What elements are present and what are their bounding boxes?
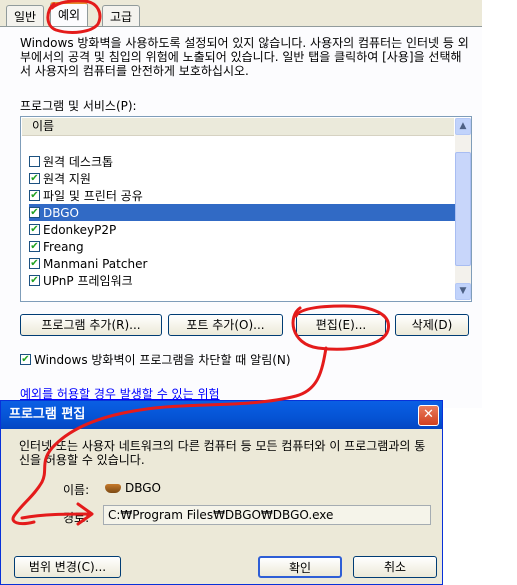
list-item-label: DBGO	[43, 205, 80, 220]
list-scrollbar[interactable]: ▲ ▼	[455, 118, 471, 300]
list-item-dbgo[interactable]: ✔ DBGO	[29, 204, 455, 221]
tab-advanced[interactable]: 고급	[102, 5, 141, 26]
dialog-description: 인터넷 또는 사용자 네트워크의 다른 컴퓨터 등 모든 컴퓨터와 이 프로그램…	[19, 439, 426, 467]
check-icon: ✔	[21, 354, 30, 365]
check-icon: ✔	[30, 190, 39, 201]
list-item-label: Manmani Patcher	[43, 256, 148, 271]
program-icon	[105, 483, 121, 493]
chevron-down-icon: ▼	[459, 286, 467, 296]
name-label: 이름:	[63, 483, 90, 497]
delete-button[interactable]: 삭제(D)	[395, 314, 469, 336]
checkbox-remote-assistance[interactable]: ✔	[29, 173, 40, 184]
change-scope-button[interactable]: 범위 변경(C)...	[14, 556, 121, 578]
scroll-down-button[interactable]: ▼	[455, 283, 471, 300]
chevron-up-icon: ▲	[459, 121, 467, 131]
add-program-button[interactable]: 프로그램 추가(R)...	[20, 314, 162, 336]
checkbox-freang[interactable]: ✔	[29, 241, 40, 252]
path-field[interactable]: C:₩Program Files₩DBGO₩DBGO.exe	[103, 505, 431, 525]
list-column-header-name[interactable]: 이름	[22, 118, 454, 136]
firewall-window: 일반 예외 고급 Windows 방화벽을 사용하도록 설정되어 있지 않습니다…	[0, 0, 482, 408]
scroll-thumb[interactable]	[455, 152, 471, 266]
notify-option[interactable]: ✔ Windows 방화벽이 프로그램을 차단할 때 알림(N)	[20, 351, 291, 368]
programs-list-label: 프로그램 및 서비스(P):	[20, 99, 137, 113]
add-port-button[interactable]: 포트 추가(O)...	[168, 314, 283, 336]
tab-general[interactable]: 일반	[6, 5, 45, 26]
check-icon: ✔	[30, 275, 39, 286]
tab-exceptions-label: 예외	[58, 8, 81, 22]
checkbox-dbgo[interactable]: ✔	[29, 207, 40, 218]
scroll-up-button[interactable]: ▲	[455, 118, 471, 135]
close-icon: ✕	[423, 407, 434, 422]
notify-label: Windows 방화벽이 프로그램을 차단할 때 알림(N)	[34, 353, 291, 367]
list-item-remote-desktop[interactable]: 원격 데스크톱	[29, 153, 455, 170]
notify-checkbox[interactable]: ✔	[20, 354, 31, 365]
list-item-label: 원격 데스크톱	[43, 155, 114, 169]
dialog-titlebar[interactable]: 프로그램 편집 ✕	[1, 401, 442, 429]
edit-program-dialog: 프로그램 편집 ✕ 인터넷 또는 사용자 네트워크의 다른 컴퓨터 등 모든 컴…	[0, 400, 443, 585]
tab-strip: 일반 예외 고급	[0, 0, 482, 27]
list-item-upnp-framework[interactable]: ✔ UPnP 프레임워크	[29, 272, 455, 289]
list-item-file-printer-sharing[interactable]: ✔ 파일 및 프린터 공유	[29, 187, 455, 204]
list-item-remote-assistance[interactable]: ✔ 원격 지원	[29, 170, 455, 187]
check-icon: ✔	[30, 241, 39, 252]
list-item-label: EdonkeyP2P	[43, 222, 117, 237]
tab-advanced-label: 고급	[110, 10, 133, 24]
close-button[interactable]: ✕	[418, 405, 439, 426]
cancel-button[interactable]: 취소	[353, 556, 437, 578]
tab-exceptions[interactable]: 예외	[50, 2, 89, 27]
checkbox-file-printer-sharing[interactable]: ✔	[29, 190, 40, 201]
tab-general-label: 일반	[14, 10, 37, 24]
list-header-label: 이름	[32, 119, 55, 133]
list-item-label: Freang	[43, 239, 84, 254]
checkbox-manmani-patcher[interactable]: ✔	[29, 258, 40, 269]
ok-button[interactable]: 확인	[258, 556, 342, 578]
check-icon: ✔	[30, 224, 39, 235]
list-item-edonkeyp2p[interactable]: ✔ EdonkeyP2P	[29, 221, 455, 238]
list-item-label: UPnP 프레임워크	[43, 274, 133, 288]
edit-button[interactable]: 편집(E)...	[296, 314, 386, 336]
firewall-description: Windows 방화벽을 사용하도록 설정되어 있지 않습니다. 사용자의 컴퓨…	[20, 36, 469, 78]
check-icon: ✔	[30, 173, 39, 184]
list-item-freang[interactable]: ✔ Freang	[29, 238, 455, 255]
list-item-manmani-patcher[interactable]: ✔ Manmani Patcher	[29, 255, 455, 272]
path-label: 경로:	[63, 511, 90, 525]
dialog-title: 프로그램 편집	[9, 407, 86, 422]
checkbox-remote-desktop[interactable]	[29, 156, 40, 167]
program-name: DBGO	[105, 481, 161, 495]
check-icon: ✔	[30, 258, 39, 269]
list-item-label: 원격 지원	[43, 172, 91, 186]
program-name-value: DBGO	[125, 481, 162, 495]
check-icon: ✔	[30, 207, 39, 218]
programs-list[interactable]: 이름 원격 데스크톱 ✔ 원격 지원 ✔ 파일 및 프린터 공유 ✔ DBGO …	[20, 116, 472, 302]
checkbox-edonkeyp2p[interactable]: ✔	[29, 224, 40, 235]
checkbox-upnp-framework[interactable]: ✔	[29, 275, 40, 286]
list-item-label: 파일 및 프린터 공유	[43, 189, 143, 203]
